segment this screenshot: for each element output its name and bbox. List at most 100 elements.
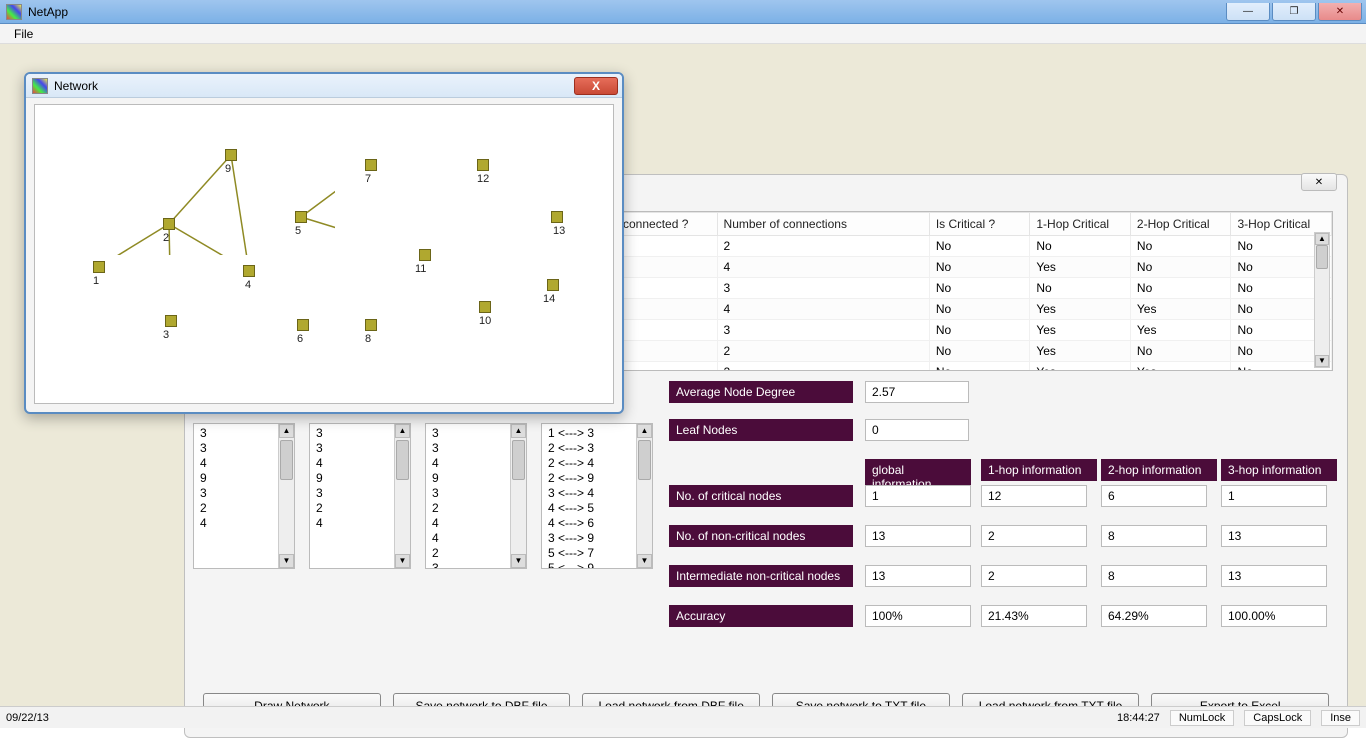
col-numconn[interactable]: Number of connections xyxy=(717,213,929,236)
list-item[interactable]: 3 <---> 4 xyxy=(548,486,646,501)
table-scrollbar[interactable]: ▲ ▼ xyxy=(1314,232,1330,368)
graph-node-9[interactable] xyxy=(225,149,237,161)
graph-node-12[interactable] xyxy=(477,159,489,171)
list-item[interactable]: 4 xyxy=(316,456,404,471)
col-2hop[interactable]: 2-Hop Critical xyxy=(1130,213,1231,236)
graph-label: 12 xyxy=(477,173,489,185)
list-item[interactable]: 4 <---> 6 xyxy=(548,516,646,531)
network-title: Network xyxy=(54,79,574,93)
list-item[interactable]: 3 xyxy=(316,441,404,456)
panel-close-button[interactable]: ✕ xyxy=(1301,173,1337,191)
list-item[interactable]: 2 xyxy=(432,546,520,561)
graph-node-2[interactable] xyxy=(163,218,175,230)
list-item[interactable]: 3 xyxy=(432,426,520,441)
graph-label: 1 xyxy=(93,275,99,287)
list-item[interactable]: 9 xyxy=(200,471,288,486)
col-1hop[interactable]: 1-Hop Critical xyxy=(1030,213,1131,236)
list-item[interactable]: 4 xyxy=(432,456,520,471)
minimize-button[interactable]: — xyxy=(1226,3,1270,21)
list-item[interactable]: 9 xyxy=(316,471,404,486)
network-close-button[interactable]: X xyxy=(574,77,618,95)
list-item[interactable]: 3 xyxy=(200,426,288,441)
graph-label: 10 xyxy=(479,315,491,327)
network-window[interactable]: Network X 1234567891011121314 xyxy=(24,72,624,414)
list-item[interactable]: 1 <---> 3 xyxy=(548,426,646,441)
list-item[interactable]: 2 <---> 4 xyxy=(548,456,646,471)
app-title: NetApp xyxy=(28,5,1226,19)
scroll-down-icon[interactable]: ▼ xyxy=(1315,355,1329,367)
table-row[interactable]: 2NoYesYesNo xyxy=(617,362,1332,372)
avg-degree-value: 2.57 xyxy=(865,381,969,403)
list-item[interactable]: 4 xyxy=(432,531,520,546)
menu-file[interactable]: File xyxy=(6,25,41,43)
graph-node-10[interactable] xyxy=(479,301,491,313)
list-item[interactable]: 3 xyxy=(432,441,520,456)
list-item[interactable]: 4 xyxy=(200,516,288,531)
table-row[interactable]: 2NoYesNoNo xyxy=(617,341,1332,362)
statusbar: 09/22/13 18:44:27 NumLock CapsLock Inse xyxy=(0,706,1366,728)
inter-h1: 2 xyxy=(981,565,1087,587)
graph-node-8[interactable] xyxy=(365,319,377,331)
list-item[interactable]: 4 xyxy=(316,516,404,531)
network-icon xyxy=(32,78,48,94)
graph-node-14[interactable] xyxy=(547,279,559,291)
table-row[interactable]: 3NoYesYesNo xyxy=(617,320,1332,341)
list-item[interactable]: 3 xyxy=(316,486,404,501)
list-item[interactable]: 3 <---> 9 xyxy=(548,531,646,546)
graph-label: 7 xyxy=(365,173,371,185)
graph-node-7[interactable] xyxy=(365,159,377,171)
network-canvas[interactable]: 1234567891011121314 xyxy=(34,104,614,404)
listbox-3[interactable]: 3349324423 ▲▼ xyxy=(425,423,527,569)
table-row[interactable]: 4NoYesNoNo xyxy=(617,257,1332,278)
col-connected[interactable]: connected ? xyxy=(617,213,718,236)
list-item[interactable]: 3 xyxy=(200,441,288,456)
list-item[interactable]: 3 xyxy=(316,426,404,441)
list-item[interactable]: 4 xyxy=(200,456,288,471)
graph-node-11[interactable] xyxy=(419,249,431,261)
list-item[interactable]: 2 xyxy=(432,501,520,516)
ncrit-label: No. of non-critical nodes xyxy=(669,525,853,547)
avg-degree-label: Average Node Degree xyxy=(669,381,853,403)
listbox-1[interactable]: 3349324 ▲▼ xyxy=(193,423,295,569)
app-titlebar: NetApp — ❐ ✕ xyxy=(0,0,1366,24)
crit-h2: 6 xyxy=(1101,485,1207,507)
col-iscrit[interactable]: Is Critical ? xyxy=(929,213,1030,236)
list-item[interactable]: 3 xyxy=(200,486,288,501)
close-button[interactable]: ✕ xyxy=(1318,3,1362,21)
list-item[interactable]: 2 <---> 3 xyxy=(548,441,646,456)
crit-h3: 1 xyxy=(1221,485,1327,507)
list-item[interactable]: 5 <---> 9 xyxy=(548,561,646,569)
acc-h2: 64.29% xyxy=(1101,605,1207,627)
maximize-button[interactable]: ❐ xyxy=(1272,3,1316,21)
list-item[interactable]: 4 xyxy=(432,516,520,531)
graph-label: 3 xyxy=(163,329,169,341)
table-row[interactable]: 2NoNoNoNo xyxy=(617,236,1332,257)
graph-node-1[interactable] xyxy=(93,261,105,273)
graph-label: 2 xyxy=(163,232,169,244)
graph-node-13[interactable] xyxy=(551,211,563,223)
graph-node-4[interactable] xyxy=(243,265,255,277)
list-item[interactable]: 5 <---> 7 xyxy=(548,546,646,561)
list-item[interactable]: 9 xyxy=(432,471,520,486)
network-titlebar[interactable]: Network X xyxy=(26,74,622,98)
list-item[interactable]: 3 xyxy=(432,561,520,569)
graph-label: 6 xyxy=(297,333,303,345)
list-item[interactable]: 2 xyxy=(316,501,404,516)
list-item[interactable]: 4 <---> 5 xyxy=(548,501,646,516)
listbox-4[interactable]: 1 <---> 32 <---> 32 <---> 42 <---> 93 <-… xyxy=(541,423,653,569)
graph-node-6[interactable] xyxy=(297,319,309,331)
status-inse: Inse xyxy=(1321,710,1360,726)
nodes-table: connected ? Number of connections Is Cri… xyxy=(615,211,1333,371)
crit-label: No. of critical nodes xyxy=(669,485,853,507)
table-row[interactable]: 3NoNoNoNo xyxy=(617,278,1332,299)
table-row[interactable]: 4NoYesYesNo xyxy=(617,299,1332,320)
status-numlock: NumLock xyxy=(1170,710,1234,726)
list-item[interactable]: 2 <---> 9 xyxy=(548,471,646,486)
list-item[interactable]: 2 xyxy=(200,501,288,516)
list-item[interactable]: 3 xyxy=(432,486,520,501)
scroll-thumb[interactable] xyxy=(1316,245,1328,269)
graph-node-3[interactable] xyxy=(165,315,177,327)
scroll-up-icon[interactable]: ▲ xyxy=(1315,233,1329,245)
graph-node-5[interactable] xyxy=(295,211,307,223)
listbox-2[interactable]: 3349324 ▲▼ xyxy=(309,423,411,569)
